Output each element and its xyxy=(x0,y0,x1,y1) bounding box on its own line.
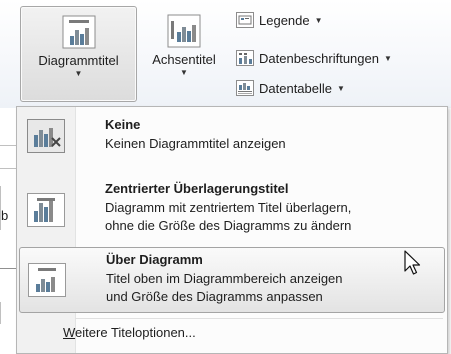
more-title-options-item[interactable]: Weitere Titeloptionen... xyxy=(63,325,196,340)
sheet-line-fragment xyxy=(0,268,16,269)
menu-item-description: Diagramm mit zentriertem Titel überlager… xyxy=(105,200,352,215)
chevron-down-icon: ▼ xyxy=(337,83,345,93)
above-chart-title-icon xyxy=(28,263,66,297)
legend-icon xyxy=(236,12,254,28)
menu-item-description: Titel oben im Diagrammbereich anzeigen xyxy=(106,271,343,286)
menu-item-description: ohne die Größe des Diagramms zu ändern xyxy=(105,218,352,233)
menu-separator xyxy=(75,318,443,319)
data-table-label: Datentabelle xyxy=(259,80,332,96)
axis-titles-button[interactable]: Achsentitel ▼ xyxy=(140,6,228,102)
data-labels-button[interactable]: Datenbeschriftungen ▼ xyxy=(236,47,392,69)
chevron-down-icon: ▼ xyxy=(180,68,188,77)
chart-title-label: Diagrammtitel xyxy=(38,53,119,68)
sheet-cell-fragment xyxy=(0,302,17,324)
legend-button[interactable]: Legende ▼ xyxy=(236,9,323,31)
chevron-down-icon: ▼ xyxy=(74,69,83,78)
chart-title-icon xyxy=(62,15,95,49)
chevron-down-icon: ▼ xyxy=(383,53,392,63)
data-table-icon xyxy=(236,80,254,96)
menu-item-title: Zentrierter Überlagerungstitel xyxy=(105,181,289,196)
menu-item-description: und Größe des Diagramms anpassen xyxy=(106,289,323,304)
axis-titles-label: Achsentitel xyxy=(152,52,216,67)
menu-item-title: Keine xyxy=(105,117,141,132)
legend-label: Legende xyxy=(259,12,310,28)
menu-item-description: Keinen Diagrammtitel anzeigen xyxy=(105,136,286,151)
more-options-accelerator: W xyxy=(63,325,76,340)
menu-item-none[interactable]: Keine Keinen Diagrammtitel anzeigen xyxy=(19,111,445,161)
chart-title-dropdown-menu: Keine Keinen Diagrammtitel anzeigen Zent… xyxy=(16,106,448,354)
sheet-cell-fragment xyxy=(0,145,16,169)
chevron-down-icon: ▼ xyxy=(314,15,323,25)
menu-item-title: Über Diagramm xyxy=(106,252,203,267)
centered-overlay-chart-icon xyxy=(27,193,65,227)
sheet-fragment-text: b xyxy=(1,208,9,223)
menu-item-centered-overlay-title[interactable]: Zentrierter Überlagerungstitel Diagramm … xyxy=(19,175,445,245)
mouse-pointer-icon xyxy=(404,250,421,275)
data-labels-icon xyxy=(236,50,254,66)
chart-title-button[interactable]: Diagrammtitel ▼ xyxy=(20,6,137,102)
data-labels-label: Datenbeschriftungen xyxy=(259,50,379,66)
sheet-text-fragment: b xyxy=(0,186,16,230)
menu-item-above-chart[interactable]: Über Diagramm Titel oben im Diagrammbere… xyxy=(19,247,445,313)
more-options-label: eitere Titeloptionen... xyxy=(75,325,196,340)
ribbon-chart-layout-group: Diagrammtitel ▼ Achsentitel ▼ Legende ▼ xyxy=(0,0,451,108)
axis-titles-icon xyxy=(167,14,201,48)
data-table-button[interactable]: Datentabelle ▼ xyxy=(236,77,345,99)
no-title-chart-icon xyxy=(27,119,65,153)
